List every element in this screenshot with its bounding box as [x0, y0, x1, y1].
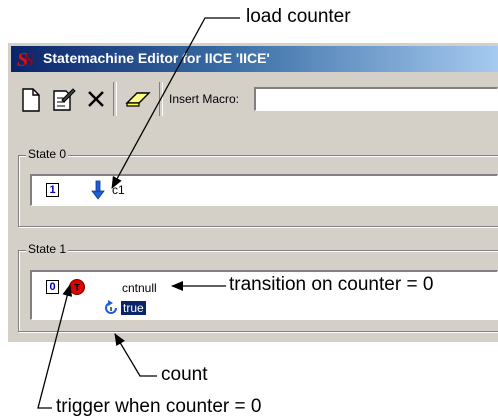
leader-count	[114, 333, 157, 377]
leader-load-counter	[111, 17, 240, 189]
callout-leader-lines	[37, 17, 240, 409]
leader-trigger	[37, 284, 73, 409]
